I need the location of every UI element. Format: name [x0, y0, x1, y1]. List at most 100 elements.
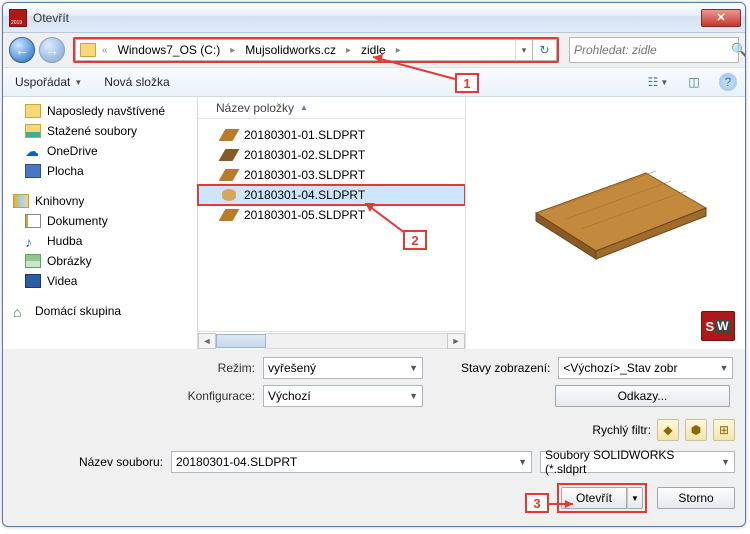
tree-item-videos[interactable]: Videa — [3, 271, 197, 291]
scroll-right-button[interactable]: ► — [447, 333, 465, 349]
scroll-track[interactable] — [266, 333, 447, 349]
breadcrumb-prefix: « — [98, 45, 112, 56]
file-row[interactable]: 20180301-02.SLDPRT — [198, 145, 465, 165]
chevron-right-icon[interactable]: ▸ — [226, 45, 239, 56]
sldprt-icon — [222, 189, 236, 201]
quick-filter-row: Rychlý filtr: ◆ ⬢ ⊞ — [3, 417, 745, 447]
search-box[interactable]: 🔍 — [569, 37, 739, 63]
display-states-label: Stavy zobrazení: — [461, 361, 558, 375]
close-button[interactable]: ✕ — [701, 9, 741, 27]
tree-item-music[interactable]: ♪Hudba — [3, 231, 197, 251]
filename-label: Název souboru: — [13, 455, 163, 469]
column-header-name[interactable]: Název položky▲ — [198, 97, 465, 119]
address-bar[interactable]: « Windows7_OS (C:) ▸ Mujsolidworks.cz ▸ … — [75, 39, 515, 61]
refresh-button[interactable]: ↻ — [533, 39, 557, 61]
recent-icon — [25, 104, 41, 118]
chevron-right-icon[interactable]: ▸ — [342, 45, 355, 56]
tree-item-documents[interactable]: Dokumenty — [3, 211, 197, 231]
sldprt-icon — [219, 149, 240, 161]
videos-icon — [25, 274, 41, 288]
quick-filter-label: Rychlý filtr: — [592, 423, 651, 437]
tree-item-onedrive[interactable]: ☁OneDrive — [3, 141, 197, 161]
callout-3: 3 — [525, 493, 549, 513]
breadcrumb-item[interactable]: Windows7_OS (C:) — [114, 41, 225, 59]
config-label: Konfigurace: — [13, 389, 263, 403]
sldprt-icon — [219, 209, 240, 221]
toolbar: Uspořádat ▼ Nová složka ☷▼ ◫ ? — [3, 67, 745, 97]
display-states-combo[interactable]: <Výchozí>_Stav zobr▼ — [558, 357, 733, 379]
address-dropdown[interactable]: ▾ — [515, 39, 533, 61]
sldprt-icon — [219, 129, 240, 141]
breadcrumb-item[interactable]: zidle — [357, 41, 390, 59]
preview-pane-button[interactable]: ◫ — [683, 72, 705, 92]
preview-pane: SW — [465, 97, 745, 349]
mode-label: Režim: — [13, 361, 263, 375]
window-title: Otevřít — [33, 11, 69, 25]
chevron-right-icon[interactable]: ▸ — [392, 45, 405, 56]
file-row-selected[interactable]: 20180301-04.SLDPRT — [198, 185, 465, 205]
scroll-left-button[interactable]: ◄ — [198, 333, 216, 349]
mode-combo[interactable]: vyřešený▼ — [263, 357, 423, 379]
open-button[interactable]: Otevřít — [561, 487, 627, 509]
chevron-down-icon: ▼ — [713, 363, 728, 373]
part-preview — [496, 153, 716, 293]
solidworks-app-icon — [9, 9, 27, 27]
folder-icon — [80, 43, 96, 57]
desktop-icon — [25, 164, 41, 178]
new-folder-button[interactable]: Nová složka — [100, 73, 173, 91]
cancel-button[interactable]: Storno — [657, 487, 735, 509]
view-mode-button[interactable]: ☷▼ — [647, 72, 669, 92]
navigation-tree[interactable]: Naposledy navštívené Stažené soubory ☁On… — [3, 97, 198, 349]
options-area: Režim: vyřešený▼ Stavy zobrazení: <Výcho… — [3, 349, 745, 417]
pictures-icon — [25, 254, 41, 268]
breadcrumb-item[interactable]: Mujsolidworks.cz — [241, 41, 340, 59]
file-list[interactable]: 20180301-01.SLDPRT 20180301-02.SLDPRT 20… — [198, 119, 465, 331]
open-button-highlight: Otevřít ▼ — [557, 483, 647, 513]
callout-1: 1 — [455, 73, 479, 93]
tree-item-recent[interactable]: Naposledy navštívené — [3, 101, 197, 121]
references-button[interactable]: Odkazy... — [555, 385, 730, 407]
search-icon[interactable]: 🔍 — [731, 42, 746, 58]
filter-top-level-icon[interactable]: ⊞ — [713, 419, 735, 441]
horizontal-scrollbar[interactable]: ◄ ► — [198, 331, 465, 349]
nav-row: ← → « Windows7_OS (C:) ▸ Mujsolidworks.c… — [3, 33, 745, 67]
file-row[interactable]: 20180301-01.SLDPRT — [198, 125, 465, 145]
tree-item-downloads[interactable]: Stažené soubory — [3, 121, 197, 141]
chevron-down-icon: ▼ — [403, 363, 418, 373]
file-row[interactable]: 20180301-03.SLDPRT — [198, 165, 465, 185]
filename-combo[interactable]: 20180301-04.SLDPRT▼ — [171, 451, 532, 473]
chevron-down-icon: ▼ — [403, 391, 418, 401]
scroll-thumb[interactable] — [216, 334, 266, 348]
back-button[interactable]: ← — [9, 37, 35, 63]
filter-assemblies-icon[interactable]: ⬢ — [685, 419, 707, 441]
help-button[interactable]: ? — [719, 73, 737, 91]
documents-icon — [25, 214, 41, 228]
music-icon: ♪ — [25, 234, 41, 248]
downloads-icon — [25, 124, 41, 138]
file-row[interactable]: 20180301-05.SLDPRT — [198, 205, 465, 225]
action-row: Otevřít ▼ Storno — [3, 479, 745, 523]
titlebar: Otevřít ✕ — [3, 3, 745, 33]
tree-item-pictures[interactable]: Obrázky — [3, 251, 197, 271]
chevron-down-icon: ▼ — [715, 457, 730, 467]
file-list-pane: Název položky▲ 20180301-01.SLDPRT 201803… — [198, 97, 465, 349]
filter-parts-icon[interactable]: ◆ — [657, 419, 679, 441]
tree-item-libraries[interactable]: Knihovny — [3, 191, 197, 211]
filename-row: Název souboru: 20180301-04.SLDPRT▼ Soubo… — [3, 447, 745, 479]
organize-button[interactable]: Uspořádat ▼ — [11, 73, 86, 91]
search-input[interactable] — [574, 43, 731, 57]
open-dialog: Otevřít ✕ ← → « Windows7_OS (C:) ▸ Mujso… — [2, 2, 746, 527]
open-split-button[interactable]: ▼ — [627, 487, 643, 509]
homegroup-icon: ⌂ — [13, 304, 29, 318]
forward-button[interactable]: → — [39, 37, 65, 63]
tree-item-desktop[interactable]: Plocha — [3, 161, 197, 181]
chevron-down-icon: ▼ — [74, 78, 82, 87]
config-combo[interactable]: Výchozí▼ — [263, 385, 423, 407]
address-bar-highlight: « Windows7_OS (C:) ▸ Mujsolidworks.cz ▸ … — [73, 37, 559, 63]
file-type-filter-combo[interactable]: Soubory SOLIDWORKS (*.sldprt▼ — [540, 451, 735, 473]
onedrive-icon: ☁ — [25, 144, 41, 158]
sort-asc-icon: ▲ — [300, 103, 308, 112]
libraries-icon — [13, 194, 29, 208]
tree-item-homegroup[interactable]: ⌂Domácí skupina — [3, 301, 197, 321]
callout-2: 2 — [403, 230, 427, 250]
